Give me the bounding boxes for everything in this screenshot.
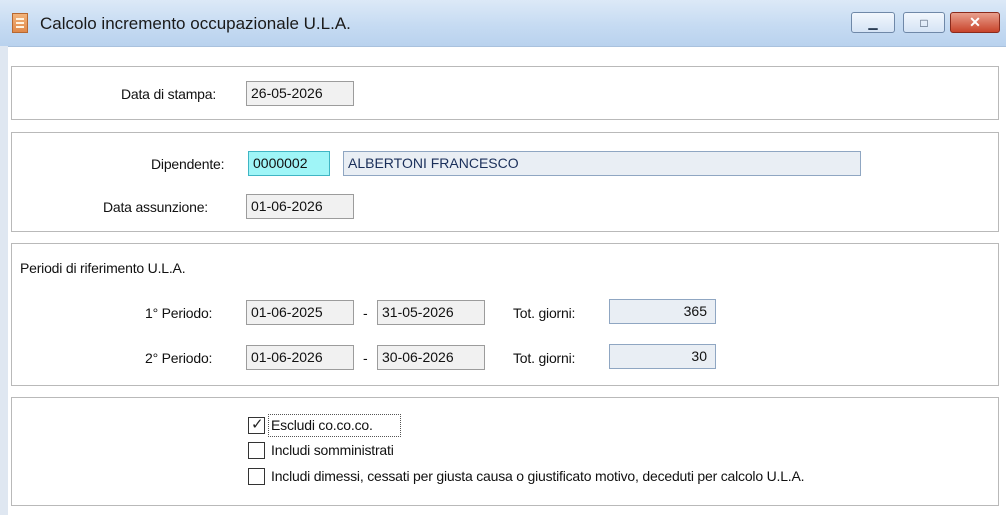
print-date-label: Data di stampa: — [121, 86, 217, 102]
exclude-cococo-checkbox[interactable]: ✓ — [248, 416, 265, 434]
app-icon — [12, 13, 28, 33]
hire-date-field[interactable]: 01-06-2026 — [246, 194, 354, 219]
maximize-icon: □ — [920, 15, 928, 30]
employee-panel: Dipendente: 0000002 ALBERTONI FRANCESCO … — [11, 132, 999, 232]
close-button[interactable]: ✕ — [950, 12, 1000, 33]
include-dimessi-label[interactable]: Includi dimessi, cessati per giusta caus… — [271, 468, 805, 484]
period1-tot-label: Tot. giorni: — [513, 305, 576, 321]
period2-tot-label: Tot. giorni: — [513, 350, 576, 366]
checkmark-icon: ✓ — [251, 416, 264, 433]
minimize-button[interactable]: ▁ — [851, 12, 895, 33]
employee-label: Dipendente: — [151, 156, 225, 172]
window-title: Calcolo incremento occupazionale U.L.A. — [40, 14, 351, 33]
periods-section-title: Periodi di riferimento U.L.A. — [20, 260, 186, 276]
maximize-button[interactable]: □ — [903, 12, 945, 33]
periods-panel: Periodi di riferimento U.L.A. 1° Periodo… — [11, 243, 999, 386]
period1-label: 1° Periodo: — [145, 305, 213, 321]
include-dimessi-checkbox[interactable] — [248, 468, 265, 485]
print-date-field[interactable]: 26-05-2026 — [246, 81, 354, 106]
title-bar[interactable]: Calcolo incremento occupazionale U.L.A. … — [0, 0, 1006, 47]
close-icon: ✕ — [969, 14, 981, 30]
window-left-edge — [0, 46, 8, 515]
employee-name-field: ALBERTONI FRANCESCO — [343, 151, 861, 176]
hire-date-label: Data assunzione: — [103, 199, 208, 215]
print-date-panel: Data di stampa: 26-05-2026 — [11, 66, 999, 120]
include-somministrati-label[interactable]: Includi somministrati — [271, 442, 394, 458]
exclude-cococo-label[interactable]: Escludi co.co.co. — [271, 417, 373, 433]
period2-tot-field: 30 — [609, 344, 716, 369]
dialog-window: Calcolo incremento occupazionale U.L.A. … — [0, 0, 1006, 515]
period2-to-field[interactable]: 30-06-2026 — [377, 345, 485, 370]
options-panel: ✓ Escludi co.co.co. Includi somministrat… — [11, 397, 999, 506]
period1-separator: - — [363, 305, 368, 321]
employee-code-field[interactable]: 0000002 — [248, 151, 330, 176]
include-somministrati-checkbox[interactable] — [248, 442, 265, 459]
period1-tot-field: 365 — [609, 299, 716, 324]
minimize-icon: ▁ — [868, 15, 878, 30]
period1-from-field[interactable]: 01-06-2025 — [246, 300, 354, 325]
period2-label: 2° Periodo: — [145, 350, 213, 366]
period1-to-field[interactable]: 31-05-2026 — [377, 300, 485, 325]
period2-separator: - — [363, 350, 368, 366]
period2-from-field[interactable]: 01-06-2026 — [246, 345, 354, 370]
